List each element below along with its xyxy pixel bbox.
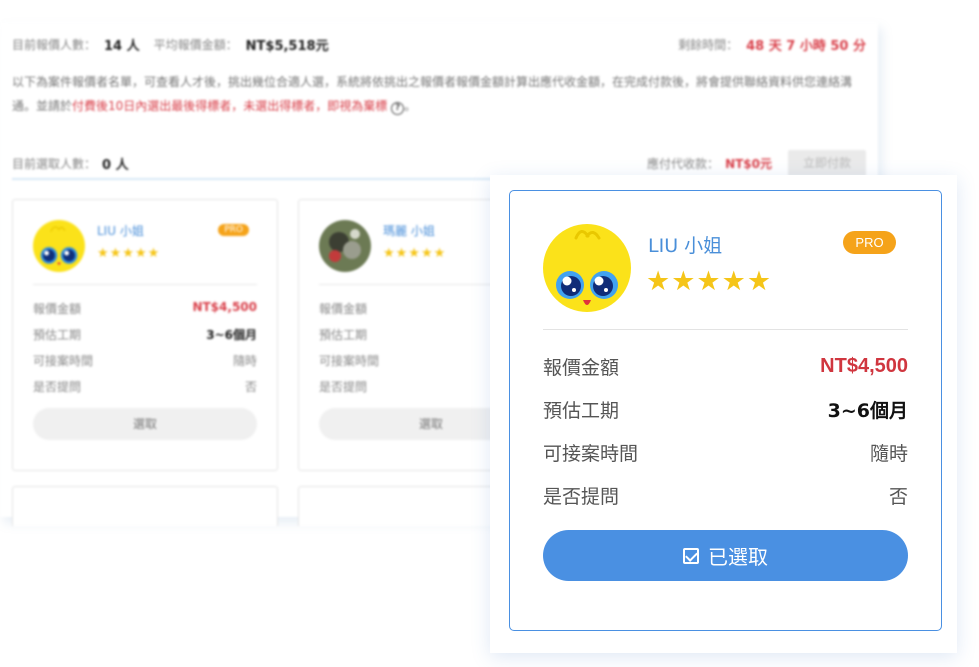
instructions-text: 以下為案件報價者名單，可查看人才後，挑出幾位合適人選，系統將依挑出之報價者報價金… bbox=[12, 70, 868, 118]
help-icon[interactable]: ? bbox=[391, 102, 405, 115]
rating-stars: ★★★★★ bbox=[383, 246, 447, 261]
bidder-card-partial bbox=[12, 486, 278, 526]
quote-value: NT$4,500 bbox=[820, 354, 908, 377]
bidders-count: 14 人 bbox=[104, 38, 140, 54]
selected-button[interactable]: 已選取 bbox=[543, 530, 908, 581]
quote-row: 報價金額 NT$4,500 bbox=[543, 351, 908, 381]
card-divider bbox=[543, 329, 908, 330]
row-label: 可接案時間 bbox=[33, 354, 94, 368]
bidders-label: 目前報價人數： bbox=[12, 37, 97, 52]
row-label: 可接案時間 bbox=[319, 354, 380, 368]
row-label: 預估工期 bbox=[33, 328, 82, 342]
remaining-time-label: 剩餘時間： bbox=[678, 37, 739, 52]
question-value: 否 bbox=[888, 485, 908, 508]
instructions-warning: 付費後10日內選出最後得標者，未選出得標者，即視為棄標 bbox=[72, 99, 388, 113]
focused-card-overlay: LIU 小姐 PRO ★★★★★ 報價金額 NT$4,500 預估工期 3~6個… bbox=[490, 175, 957, 653]
remaining-time-value: 48 天 7 小時 50 分 bbox=[746, 38, 866, 54]
row-label: 是否提問 bbox=[319, 380, 368, 394]
avg-price-label: 平均報價金額： bbox=[153, 37, 238, 52]
row-value: 3~6個月 bbox=[206, 328, 257, 342]
avatar bbox=[319, 220, 371, 272]
question-row: 是否提問 否 bbox=[33, 378, 257, 398]
pay-now-button[interactable]: 立即付款 bbox=[788, 150, 866, 176]
instructions-end: 。 bbox=[404, 99, 417, 113]
availability-row: 可接案時間 隨時 bbox=[543, 437, 908, 467]
selected-button-label: 已選取 bbox=[708, 545, 768, 569]
rating-stars: ★★★★★ bbox=[646, 266, 773, 297]
row-value: NT$4,500 bbox=[192, 300, 257, 314]
question-label: 是否提問 bbox=[543, 485, 620, 508]
chick-avatar-icon bbox=[543, 224, 631, 312]
bidder-name[interactable]: LIU 小姐 bbox=[97, 222, 144, 239]
duration-label: 預估工期 bbox=[543, 399, 620, 422]
row-label: 報價金額 bbox=[33, 302, 82, 316]
row-label: 是否提問 bbox=[33, 380, 82, 394]
bidder-name[interactable]: LIU 小姐 bbox=[648, 231, 722, 258]
checkbox-checked-icon bbox=[683, 547, 699, 564]
avatar bbox=[543, 224, 631, 312]
availability-row: 可接案時間 隨時 bbox=[33, 352, 257, 372]
availability-label: 可接案時間 bbox=[543, 442, 639, 465]
summary-bar: 目前報價人數： 14 人 平均報價金額： NT$5,518元 剩餘時間： 48 … bbox=[12, 34, 866, 54]
pro-badge: PRO bbox=[218, 224, 249, 236]
duration-value: 3~6個月 bbox=[827, 399, 908, 422]
selected-bidder-card: LIU 小姐 PRO ★★★★★ 報價金額 NT$4,500 預估工期 3~6個… bbox=[509, 190, 942, 631]
rating-stars: ★★★★★ bbox=[97, 246, 161, 261]
pro-badge: PRO bbox=[843, 231, 896, 254]
avg-price-value: NT$5,518元 bbox=[245, 38, 329, 54]
duration-row: 預估工期 3~6個月 bbox=[543, 394, 908, 424]
chick-avatar-icon bbox=[33, 220, 85, 272]
bidder-card: LIU 小姐 ★★★★★ PRO 報價金額 NT$4,500 預估工期 3~6個… bbox=[12, 199, 278, 471]
stage: 目前報價人數： 14 人 平均報價金額： NT$5,518元 剩餘時間： 48 … bbox=[0, 0, 979, 667]
card-divider bbox=[33, 284, 257, 285]
bidder-name[interactable]: 瑪麗 小姐 bbox=[383, 222, 435, 239]
question-row: 是否提問 否 bbox=[543, 480, 908, 510]
duration-row: 預估工期 3~6個月 bbox=[33, 326, 257, 346]
selection-bar: 目前選取人數： 0 人 應付代收款： NT$0元 立即付款 bbox=[12, 150, 866, 176]
quote-row: 報價金額 NT$4,500 bbox=[33, 300, 257, 320]
row-label: 預估工期 bbox=[319, 328, 368, 342]
selected-count-value: 0 人 bbox=[102, 157, 129, 173]
photo-avatar-icon bbox=[319, 220, 371, 272]
select-button[interactable]: 選取 bbox=[33, 408, 257, 440]
amount-due-label: 應付代收款： bbox=[647, 156, 720, 171]
avatar bbox=[33, 220, 85, 272]
availability-value: 隨時 bbox=[869, 442, 908, 465]
amount-due-value: NT$0元 bbox=[725, 156, 772, 171]
selected-count-label: 目前選取人數： bbox=[12, 156, 97, 171]
row-value: 否 bbox=[244, 380, 257, 394]
row-label: 報價金額 bbox=[319, 302, 368, 316]
quote-label: 報價金額 bbox=[543, 356, 620, 379]
row-value: 隨時 bbox=[232, 354, 257, 368]
